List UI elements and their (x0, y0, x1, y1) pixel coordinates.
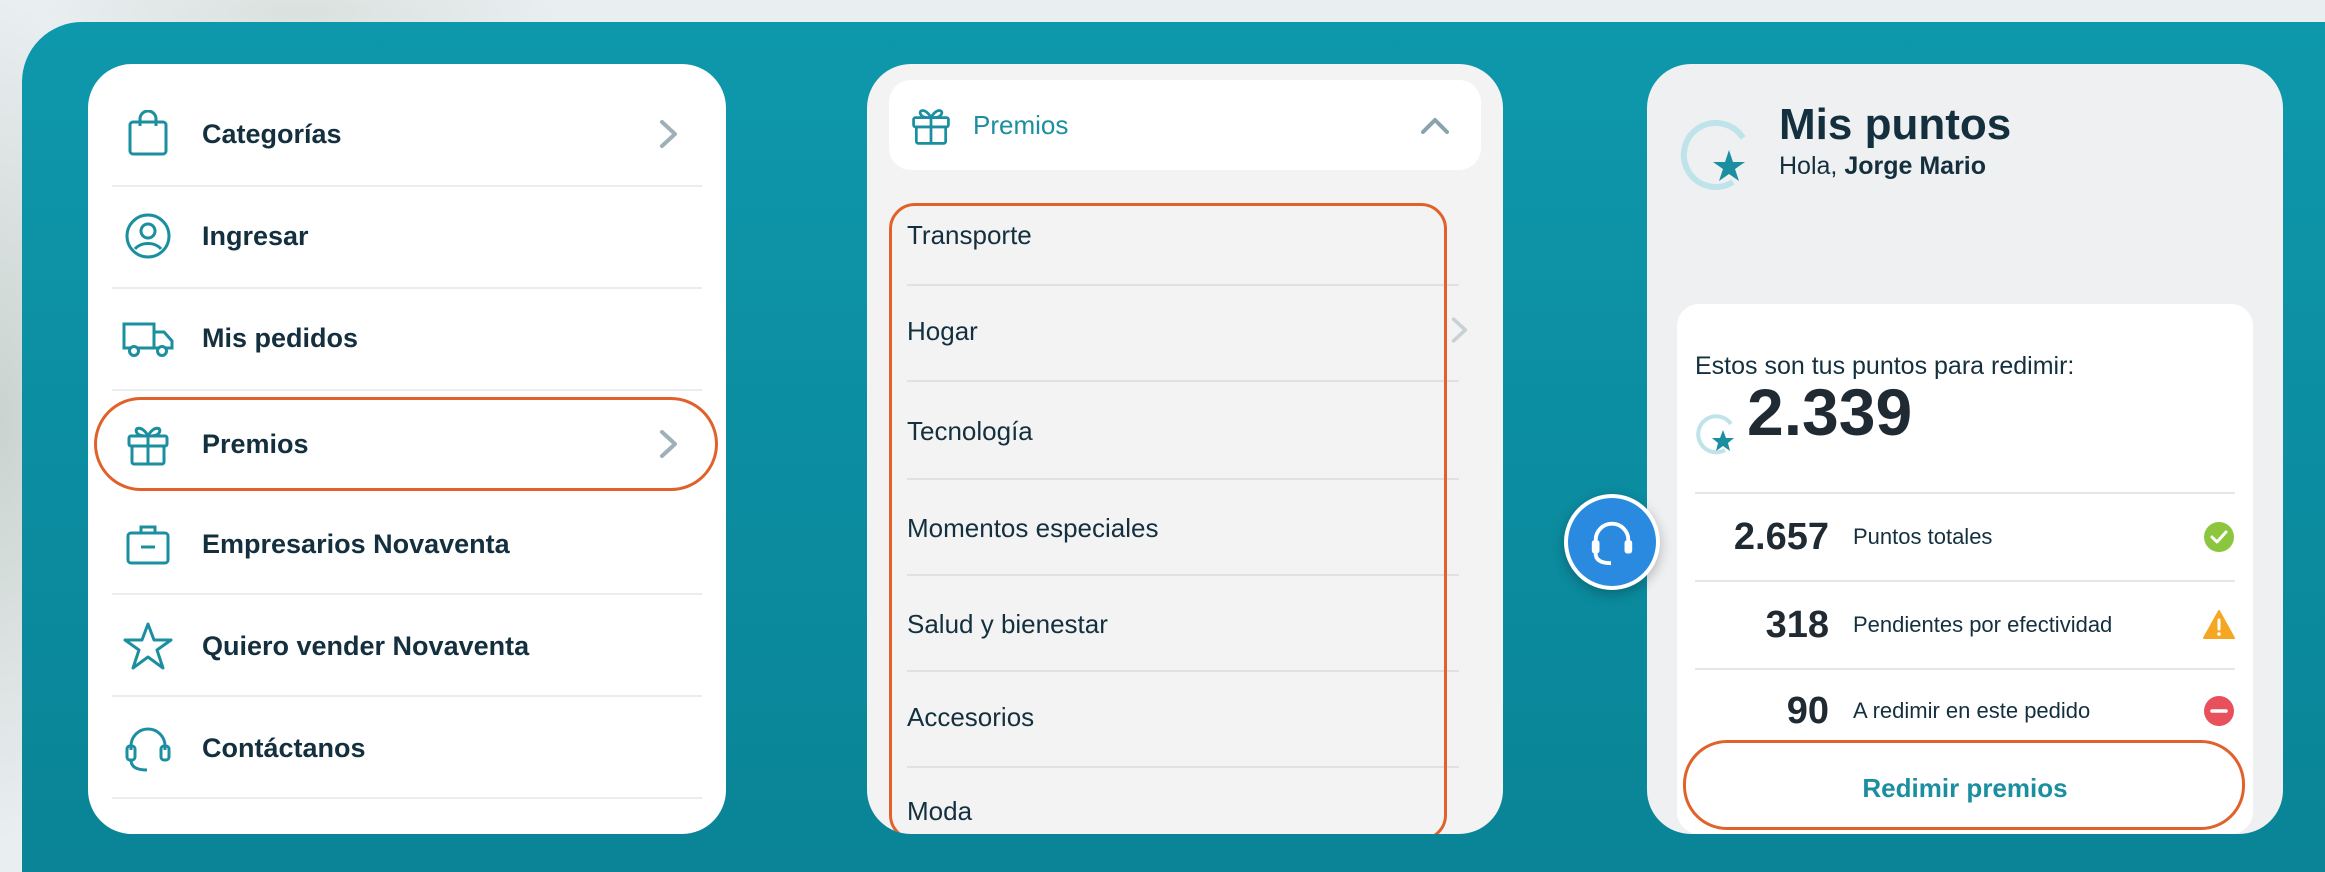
points-star-icon (1693, 408, 1745, 460)
divider (112, 389, 702, 391)
check-circle-icon (2203, 521, 2235, 553)
briefcase-icon (120, 516, 176, 572)
menu-item-empresarios[interactable]: Empresarios Novaventa (108, 494, 706, 594)
points-label: Puntos totales (1853, 524, 1993, 549)
points-value: 2.657 (1733, 515, 1829, 558)
menu-item-contactanos[interactable]: Contáctanos (108, 698, 706, 798)
chevron-up-icon[interactable] (1417, 108, 1453, 144)
divider (112, 797, 702, 799)
points-star-logo-icon (1675, 108, 1767, 200)
menu-item-categorias[interactable]: Categorías (108, 84, 706, 184)
warning-triangle-icon (2203, 609, 2235, 641)
menu-item-label: Contáctanos (202, 732, 366, 763)
points-row-totales: 2.657 Puntos totales (1695, 494, 2235, 580)
points-label: Pendientes por efectividad (1853, 612, 2113, 637)
menu-item-label: Ingresar (202, 220, 309, 251)
menu-item-label: Empresarios Novaventa (202, 528, 510, 559)
menu-item-ingresar[interactable]: Ingresar (108, 186, 706, 286)
menu-item-mis-pedidos[interactable]: Mis pedidos (108, 288, 706, 388)
menu-item-label: Quiero vender Novaventa (202, 630, 530, 661)
gift-icon (909, 103, 953, 147)
points-row-pendientes: 318 Pendientes por efectividad (1695, 582, 2235, 668)
premios-submenu-card: Premios Transporte Hogar Tecnología Mome… (867, 64, 1503, 834)
user-circle-icon (120, 208, 176, 264)
premios-list-highlight-outline (889, 203, 1447, 834)
chevron-right-icon (648, 114, 688, 154)
main-menu-card: Categorías Ingresar Mis pedidos Premios (88, 64, 726, 834)
headset-icon (120, 720, 176, 776)
menu-item-label: Mis pedidos (202, 322, 359, 353)
menu-item-quiero-vender[interactable]: Quiero vender Novaventa (108, 596, 706, 696)
divider (112, 593, 702, 595)
greeting-prefix: Hola, (1779, 152, 1838, 180)
greeting: Hola, Jorge Mario (1779, 152, 1986, 181)
user-name: Jorge Mario (1844, 152, 1987, 180)
support-chat-button[interactable] (1564, 494, 1660, 590)
premios-highlight-outline (94, 397, 718, 491)
premios-header-label: Premios (973, 109, 1069, 140)
teal-stage: Categorías Ingresar Mis pedidos Premios (22, 22, 2325, 872)
mis-puntos-title: Mis puntos (1779, 100, 2012, 149)
star-icon (120, 618, 176, 674)
available-points: 2.339 (1747, 375, 1913, 449)
divider (112, 695, 702, 697)
points-value: 90 (1786, 689, 1829, 732)
headset-icon (1587, 517, 1637, 567)
premios-accordion-header[interactable]: Premios (889, 80, 1481, 170)
menu-item-label: Categorías (202, 118, 342, 149)
shopping-bag-icon (120, 106, 176, 162)
mis-puntos-card: Mis puntos Hola, Jorge Mario Estos son t… (1647, 64, 2283, 834)
redeem-highlight-outline (1683, 740, 2245, 830)
delivery-truck-icon (120, 310, 176, 366)
points-value: 318 (1765, 603, 1829, 646)
points-label: A redimir en este pedido (1853, 698, 2091, 723)
minus-circle-icon (2203, 695, 2235, 727)
